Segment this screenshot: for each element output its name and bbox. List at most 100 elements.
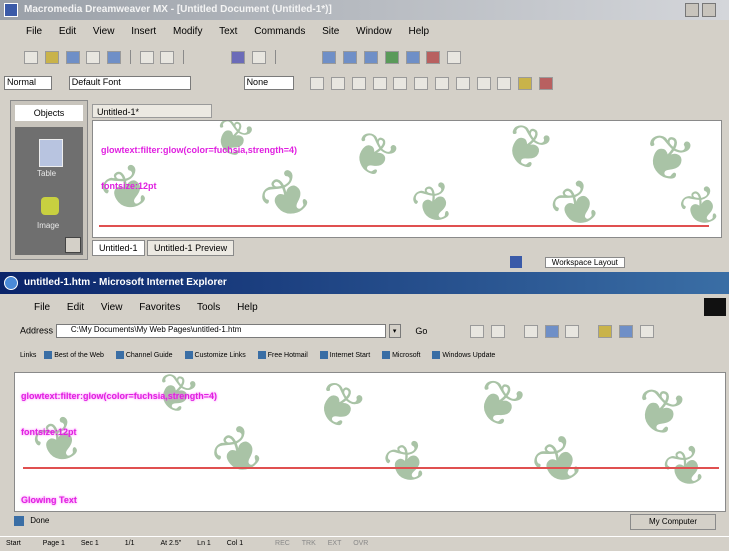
search-icon[interactable] xyxy=(598,324,613,338)
code-view-icon[interactable] xyxy=(322,50,337,64)
ie-throbber xyxy=(704,298,726,316)
ie-window-title: untitled-1.htm - Microsoft Internet Expl… xyxy=(24,277,227,288)
dw-menubar: File Edit View Insert Modify Text Comman… xyxy=(26,26,443,40)
history-icon[interactable] xyxy=(639,324,654,338)
menu-site[interactable]: Site xyxy=(322,26,339,37)
panel-expand-button[interactable] xyxy=(65,237,81,253)
maximize-button[interactable] xyxy=(701,3,716,17)
file-management-icon[interactable] xyxy=(447,50,462,64)
status-col: Col 1 xyxy=(226,540,244,547)
home-icon[interactable] xyxy=(565,324,580,338)
redo-icon[interactable] xyxy=(251,50,266,64)
design-view-icon[interactable] xyxy=(363,50,378,64)
status-tab-1[interactable]: Untitled-1 xyxy=(92,240,145,256)
minimize-button[interactable] xyxy=(685,3,699,17)
unordered-list-icon[interactable] xyxy=(435,76,450,90)
ie-menubar: File Edit View Favorites Tools Help xyxy=(34,302,272,316)
preview-icon[interactable] xyxy=(107,50,122,64)
link-microsoft[interactable]: Microsoft xyxy=(382,351,420,360)
dw-format-toolbar: Normal Default Font None xyxy=(4,76,555,92)
ie-links-bar: Links Best of the Web Channel Guide Cust… xyxy=(20,348,726,364)
new-icon[interactable] xyxy=(24,50,38,64)
link-best-of-web[interactable]: Best of the Web xyxy=(44,351,104,360)
align-left-icon[interactable] xyxy=(351,76,366,90)
menu-commands[interactable]: Commands xyxy=(254,26,305,37)
layout-icon-label: Table xyxy=(37,169,57,178)
dw-font-size-text: fontsize:12pt xyxy=(101,181,157,191)
text-color-icon[interactable] xyxy=(538,76,553,90)
status-trk: TRK xyxy=(301,540,316,547)
ie-glowing-text: Glowing Text xyxy=(21,495,77,505)
ie-status-text: Done xyxy=(30,516,50,525)
menu-edit[interactable]: Edit xyxy=(59,26,76,37)
leaf-pattern-icon: ❦ xyxy=(338,120,410,195)
open-icon[interactable] xyxy=(44,50,59,64)
reference-icon[interactable] xyxy=(426,50,441,64)
ie-menu-file[interactable]: File xyxy=(34,302,50,313)
go-button[interactable]: Go xyxy=(415,326,427,336)
refresh-icon[interactable] xyxy=(544,324,559,338)
outdent-icon[interactable] xyxy=(476,76,491,90)
leaf-pattern-icon: ❦ xyxy=(404,169,466,238)
status-tab-2[interactable]: Untitled-1 Preview xyxy=(147,240,235,256)
menu-file[interactable]: File xyxy=(26,26,42,37)
status-page: Page 1 xyxy=(42,540,65,547)
address-input[interactable]: C:\My Documents\My Web Pages\untitled-1.… xyxy=(55,324,386,338)
ie-titlebar: untitled-1.htm - Microsoft Internet Expl… xyxy=(0,272,729,294)
link-free-hotmail[interactable]: Free Hotmail xyxy=(257,351,308,360)
ie-page-content[interactable]: ❦ ❦ ❦ ❦ ❦ ❦ ❦ ❦ ❦ glowtext:filter:glow(c… xyxy=(14,372,726,512)
link-windows-update[interactable]: Windows Update xyxy=(432,351,495,360)
globe-icon[interactable] xyxy=(405,50,420,64)
dw-horizontal-rule xyxy=(99,225,709,227)
back-icon[interactable] xyxy=(470,324,485,338)
ie-menu-favorites[interactable]: Favorites xyxy=(139,302,180,313)
leaf-pattern-icon: ❦ xyxy=(198,410,282,496)
menu-modify[interactable]: Modify xyxy=(173,26,202,37)
copy-icon[interactable] xyxy=(160,50,175,64)
ie-window: untitled-1.htm - Microsoft Internet Expl… xyxy=(0,272,729,534)
refresh-icon[interactable] xyxy=(384,50,399,64)
format-select[interactable]: Normal xyxy=(4,76,52,90)
image-icon[interactable] xyxy=(41,197,59,215)
align-center-icon[interactable] xyxy=(372,76,387,90)
workspace-icon[interactable] xyxy=(510,256,522,268)
dw-design-view[interactable]: ❦ ❦ ❦ ❦ ❦ ❦ ❦ ❦ ❦ glowtext:filter:glow(c… xyxy=(92,120,722,238)
workspace-layout-label[interactable]: Workspace Layout xyxy=(544,256,625,268)
cut-icon[interactable] xyxy=(139,50,154,64)
ie-menu-help[interactable]: Help xyxy=(237,302,258,313)
favorites-icon[interactable] xyxy=(618,324,633,338)
link-channel-guide[interactable]: Channel Guide xyxy=(115,351,173,360)
font-select[interactable]: Default Font xyxy=(68,76,191,90)
italic-icon[interactable] xyxy=(331,76,346,90)
split-view-icon[interactable] xyxy=(343,50,358,64)
save-icon[interactable] xyxy=(65,50,80,64)
forward-icon[interactable] xyxy=(490,324,505,338)
status-start[interactable]: Start xyxy=(6,540,21,547)
undo-icon[interactable] xyxy=(231,50,246,64)
dw-window-controls[interactable] xyxy=(685,3,725,17)
menu-window[interactable]: Window xyxy=(356,26,392,37)
ie-menu-edit[interactable]: Edit xyxy=(67,302,84,313)
highlight-icon[interactable] xyxy=(518,76,533,90)
dw-doc-tab[interactable]: Untitled-1* xyxy=(92,104,212,118)
bold-icon[interactable] xyxy=(310,76,325,90)
print-icon[interactable] xyxy=(86,50,101,64)
ordered-list-icon[interactable] xyxy=(455,76,470,90)
ie-menu-tools[interactable]: Tools xyxy=(197,302,220,313)
address-dropdown-icon[interactable]: ▾ xyxy=(388,324,401,338)
layout-icon[interactable] xyxy=(39,139,63,167)
ie-menu-view[interactable]: View xyxy=(101,302,123,313)
menu-help[interactable]: Help xyxy=(408,26,429,37)
align-right-icon[interactable] xyxy=(393,76,408,90)
indent-icon[interactable] xyxy=(497,76,512,90)
size-select[interactable]: None xyxy=(243,76,294,90)
link-customize-links[interactable]: Customize Links xyxy=(184,351,246,360)
objects-panel-tab[interactable]: Objects xyxy=(15,105,83,121)
justify-icon[interactable] xyxy=(414,76,429,90)
toolbar-separator xyxy=(274,50,276,64)
menu-view[interactable]: View xyxy=(93,26,115,37)
stop-icon[interactable] xyxy=(523,324,538,338)
menu-insert[interactable]: Insert xyxy=(131,26,156,37)
menu-text[interactable]: Text xyxy=(219,26,237,37)
link-internet-start[interactable]: Internet Start xyxy=(319,351,370,360)
